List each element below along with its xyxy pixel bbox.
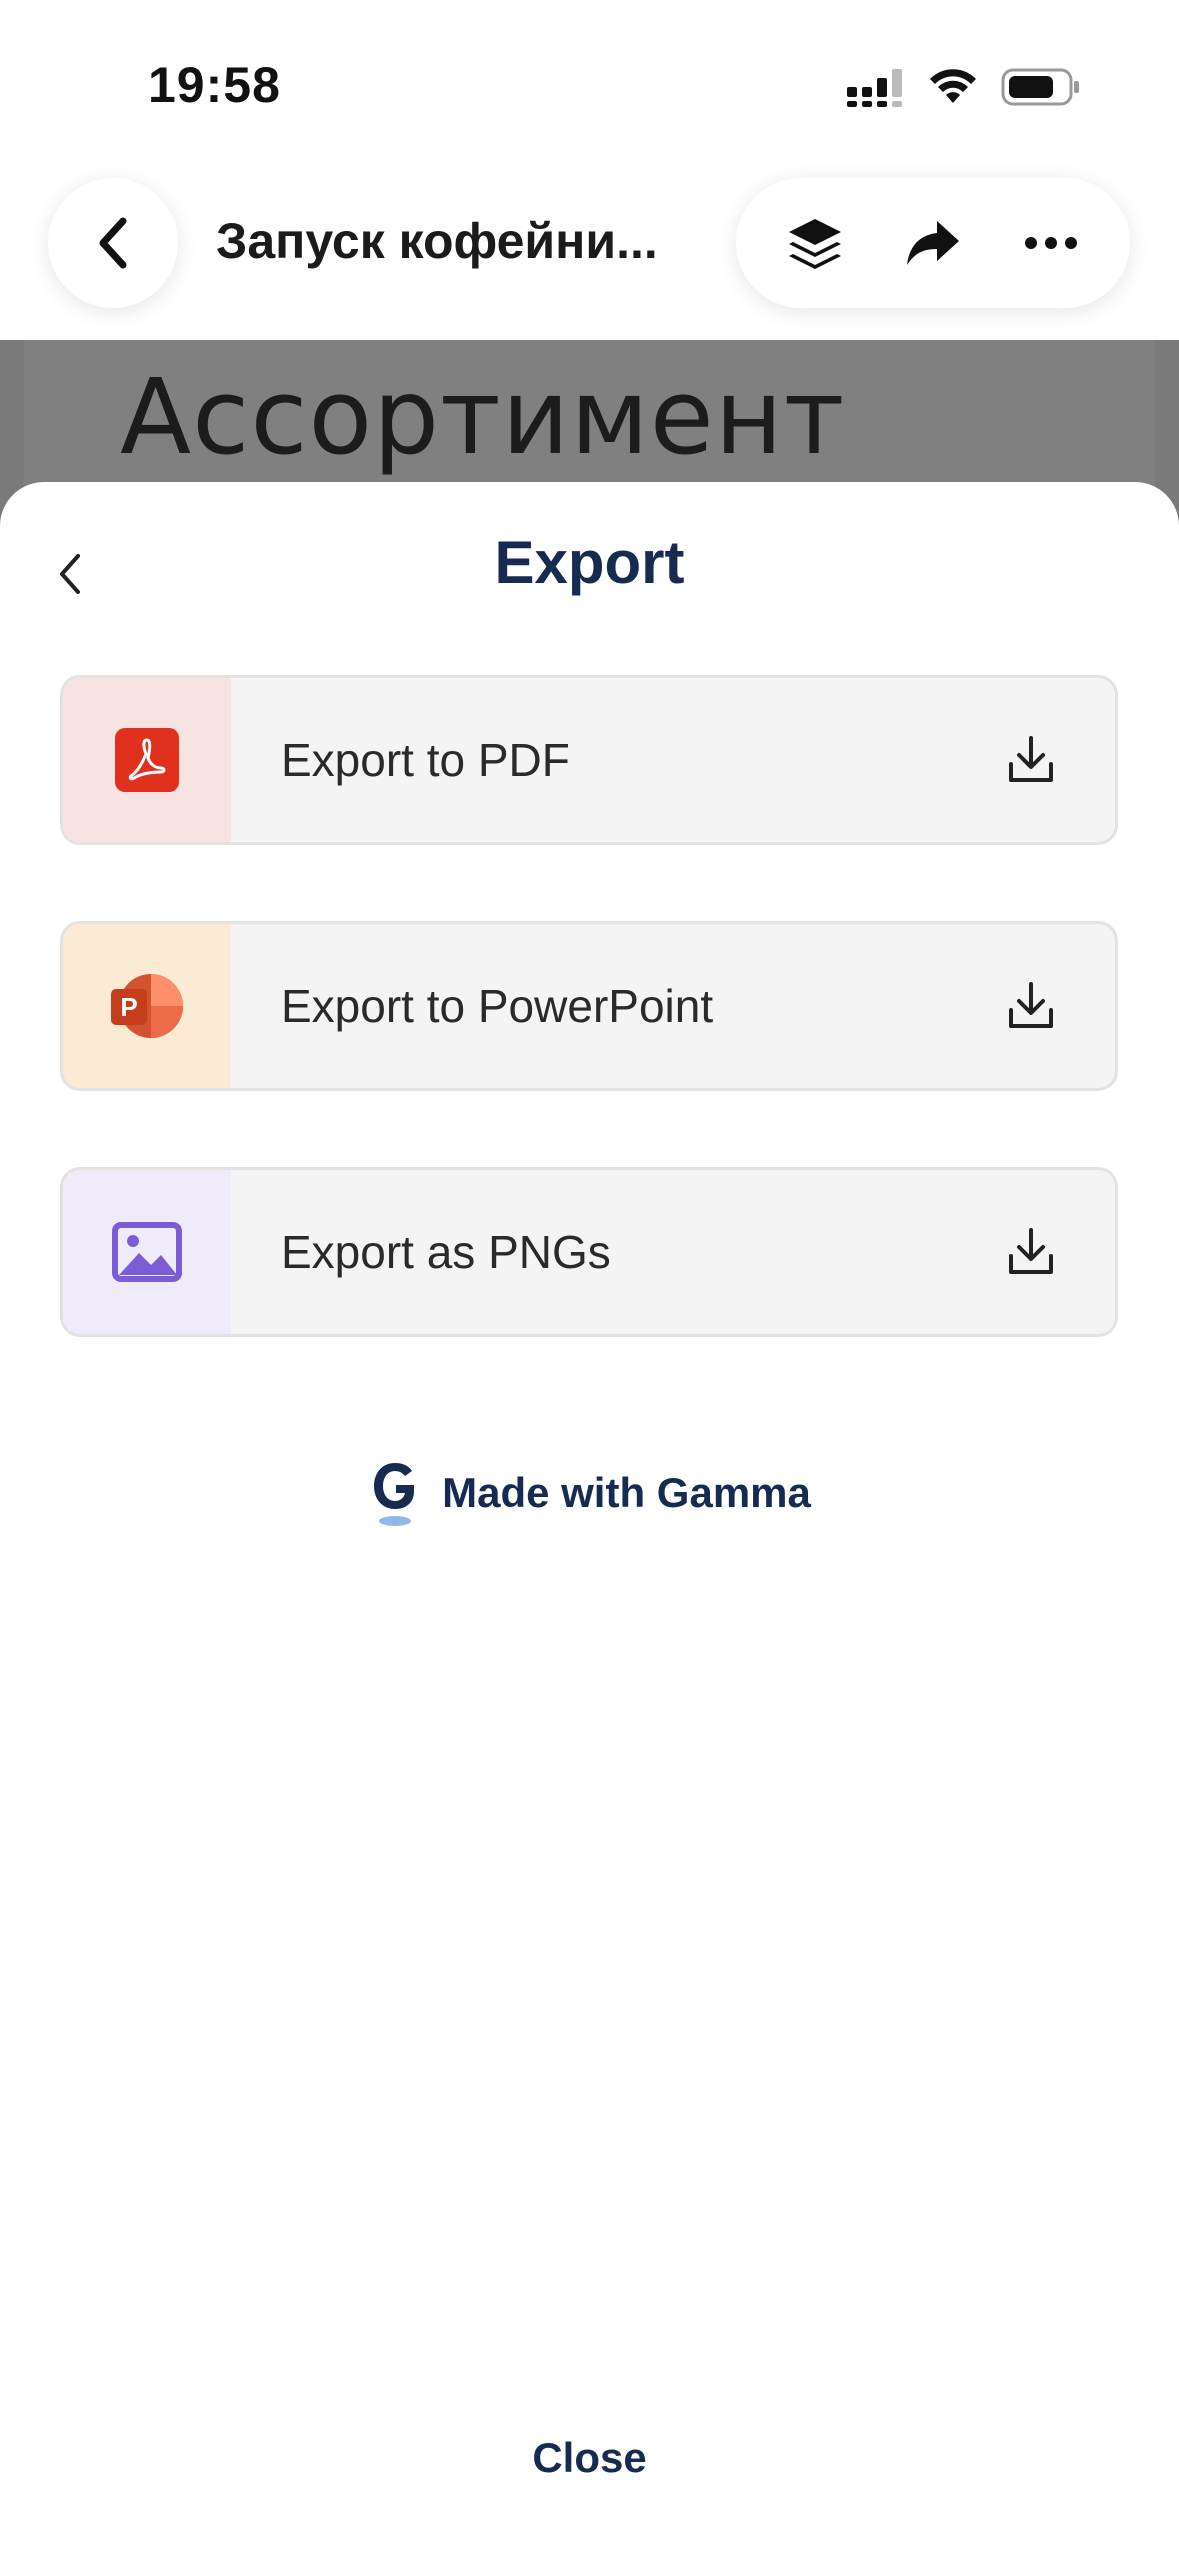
slide-heading: Ассортимент [120, 356, 846, 478]
export-powerpoint-option[interactable]: P Export to PowerPoint [60, 921, 1118, 1091]
made-with-gamma-label: Made with Gamma [442, 1469, 811, 1516]
download-icon [1009, 982, 1053, 1028]
gamma-logo-icon [374, 1463, 415, 1526]
download-button[interactable] [1007, 1170, 1055, 1334]
option-label: Export to PowerPoint [281, 980, 714, 1032]
share-icon [907, 221, 959, 265]
battery-icon [1001, 68, 1079, 106]
sheet-title: Export [494, 529, 685, 596]
svg-text:P: P [120, 992, 137, 1022]
layers-icon [789, 219, 841, 269]
download-button[interactable] [1007, 678, 1055, 842]
cellular-signal-icon [847, 69, 902, 107]
option-icon-area [63, 678, 231, 842]
top-navigation: Запуск кофейни... [0, 160, 1179, 340]
download-button[interactable] [1007, 924, 1055, 1088]
download-icon [1009, 736, 1053, 782]
export-pdf-option[interactable]: Export to PDF [60, 675, 1118, 845]
image-icon [112, 1222, 182, 1282]
option-icon-area: P [63, 924, 231, 1088]
powerpoint-icon: P [111, 974, 183, 1038]
layers-button[interactable] [765, 193, 865, 293]
pdf-icon [115, 728, 179, 792]
wifi-icon [930, 69, 976, 103]
status-icons [847, 62, 1081, 112]
chevron-left-icon [99, 217, 127, 269]
option-icon-area [63, 1170, 231, 1334]
export-png-option[interactable]: Export as PNGs [60, 1167, 1118, 1337]
made-with-gamma-link[interactable]: Made with Gamma [0, 1457, 1179, 1529]
export-sheet: Export Export to PDF P Export to PowerPo… [0, 482, 1179, 2556]
more-button[interactable] [1001, 193, 1101, 293]
close-button[interactable]: Close [0, 2434, 1179, 2482]
action-group [736, 178, 1130, 308]
document-title[interactable]: Запуск кофейни... [216, 212, 658, 270]
option-label: Export as PNGs [281, 1226, 611, 1278]
download-icon [1009, 1228, 1053, 1274]
back-button[interactable] [48, 178, 178, 308]
status-bar: 19:58 [0, 0, 1179, 160]
share-button[interactable] [883, 193, 983, 293]
status-time: 19:58 [148, 57, 281, 113]
more-icon [1025, 237, 1077, 249]
option-label: Export to PDF [281, 734, 570, 786]
